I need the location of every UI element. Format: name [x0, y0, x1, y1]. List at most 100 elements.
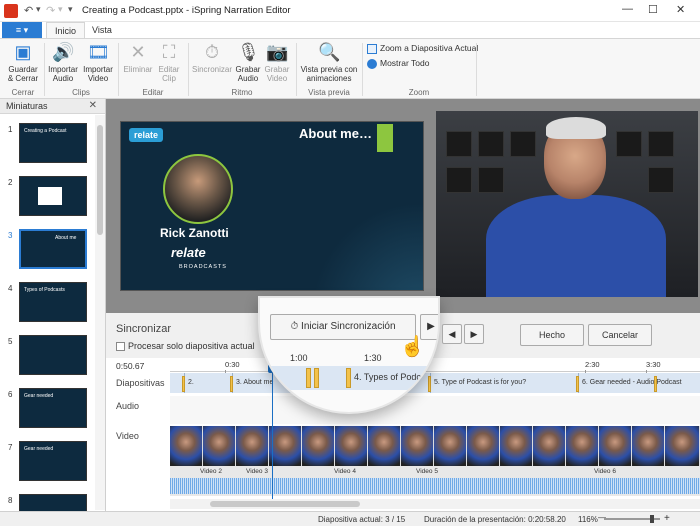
thumbnail-slide-2[interactable]: 2 [0, 176, 95, 222]
divider [296, 43, 297, 96]
zoom-slide-icon [367, 43, 377, 54]
slide-marker[interactable] [306, 368, 311, 388]
delete-x-icon: ✕ [130, 42, 146, 62]
slide-marker[interactable] [346, 368, 351, 388]
thumbnails-scrollbar[interactable] [95, 115, 105, 510]
speaker-icon: 🔊 [52, 42, 75, 62]
slide-segment[interactable]: 6. Gear needed - Audio Podcast [578, 373, 700, 393]
zoom-slider[interactable] [604, 515, 660, 523]
close-panel-icon[interactable]: ✕ [89, 100, 97, 111]
film-icon: 🎞 [87, 42, 110, 62]
microphone-icon: 🎙 [237, 42, 260, 62]
video-frame [368, 426, 401, 466]
video-frame [467, 426, 500, 466]
video-clip-label: Video 5 [416, 468, 438, 475]
delete-button[interactable]: ✕ Eliminar [120, 41, 156, 74]
title-bar: ↶ ▾ ↷ ▾ ▾ Creating a Podcast.pptx - iSpr… [0, 0, 700, 22]
video-frame [170, 426, 203, 466]
done-button[interactable]: Hecho [520, 324, 584, 346]
video-frame [434, 426, 467, 466]
slide-marker[interactable] [654, 376, 657, 392]
slide-marker[interactable] [576, 376, 579, 392]
import-video-button[interactable]: 🎞 Importar Video [80, 41, 116, 83]
stopwatch-icon: ⏱ [290, 321, 302, 332]
brand-logo: relate [171, 245, 206, 260]
tick-label: 0:30 [225, 360, 240, 374]
cancel-button[interactable]: Cancelar [588, 324, 652, 346]
thumbnail-slide-6[interactable]: 6 Gear needed [0, 388, 95, 434]
slide-marker[interactable] [230, 376, 233, 392]
customize-toolbar-icon[interactable]: ▾ [68, 4, 73, 15]
stopwatch-icon: ⏱ [204, 42, 220, 62]
close-button[interactable]: ✕ [676, 3, 685, 16]
timeline-scrollbar[interactable] [170, 499, 700, 509]
show-all-button[interactable]: Mostrar Todo [367, 58, 429, 69]
slide-marker[interactable] [182, 376, 185, 392]
divider [362, 43, 363, 96]
record-audio-button[interactable]: 🎙 Grabar Audio [234, 41, 262, 83]
import-audio-button[interactable]: 🔊 Importar Audio [46, 41, 80, 83]
audio-track[interactable] [170, 396, 700, 424]
video-frame [599, 426, 632, 466]
duration-status: Duración de la presentación: 0:20:58.20 [424, 515, 566, 524]
brand-subtitle: BROADCASTS [179, 264, 227, 270]
preview-animations-button[interactable]: 🔍 Vista previa con animaciones [298, 41, 360, 83]
magnified-tick: 1:30 [364, 353, 382, 363]
thumbnail-slide-5[interactable]: 5 [0, 335, 95, 381]
slide-logo: relate [129, 128, 164, 142]
thumbnail-slide-3[interactable]: 3 About me [0, 229, 95, 275]
app-icon [4, 4, 18, 18]
crop-icon: ⛶ [162, 42, 176, 62]
video-track[interactable]: Video 2 Video 3 Video 4 Video 5 Video 6 [170, 426, 700, 496]
start-sync-button[interactable]: ⏱ Iniciar Sincronización [270, 314, 416, 340]
slide-preview: relate About me… Rick Zanotti relate BRO… [120, 121, 424, 291]
track-label-video: Video [116, 431, 139, 441]
zoom-current-slide-button[interactable]: Zoom a Diapositiva Actual [367, 43, 478, 54]
slide-segment[interactable]: 5. Type of Podcast is for you? [430, 373, 576, 393]
video-frame [566, 426, 599, 466]
undo-dropdown-icon[interactable]: ▾ [36, 4, 41, 15]
next-slide-button[interactable]: ▶ [464, 324, 484, 344]
thumbnail-slide-8[interactable]: 8 [0, 494, 95, 511]
magnifier-icon: 🔍 [318, 42, 341, 62]
edit-clip-button[interactable]: ⛶ Editar Clip [154, 41, 184, 83]
audio-waveform [170, 478, 700, 494]
window-title: Creating a Podcast.pptx - iSpring Narrat… [82, 5, 291, 16]
status-bar: Diapositiva actual: 3 / 15 Duración de l… [0, 511, 700, 526]
preview-stage: relate About me… Rick Zanotti relate BRO… [106, 99, 700, 313]
group-label-edit: Editar [142, 88, 164, 97]
maximize-button[interactable]: ☐ [648, 3, 658, 16]
magnified-segment-label: 4. Types of Podca… [354, 372, 435, 382]
slide-marker[interactable] [314, 368, 319, 388]
sync-button[interactable]: ⏱ Sincronizar [190, 41, 234, 74]
current-slide-status: Diapositiva actual: 3 / 15 [318, 515, 406, 524]
video-frame [500, 426, 533, 466]
thumbnail-slide-7[interactable]: 7 Gear needed [0, 441, 95, 487]
video-preview [436, 111, 698, 297]
previous-slide-button[interactable]: ◀ [442, 324, 462, 344]
tick-label: 2:30 [585, 360, 600, 374]
thumbnail-slide-4[interactable]: 4 Types of Podcasts [0, 282, 95, 328]
record-video-button[interactable]: 📷 Grabar Video [262, 41, 292, 83]
tab-inicio[interactable]: Inicio [46, 22, 86, 39]
current-slide-only-checkbox[interactable]: Procesar solo diapositiva actual [116, 341, 255, 352]
video-frame [533, 426, 566, 466]
undo-icon[interactable]: ↶ [24, 4, 33, 17]
tab-vista[interactable]: Vista [84, 22, 120, 39]
file-menu-button[interactable]: ≡ ▾ [2, 22, 42, 38]
slide-accent-bar [377, 124, 393, 152]
video-frame [203, 426, 236, 466]
checkbox-icon[interactable] [116, 342, 125, 352]
video-frame [665, 426, 700, 466]
redo-dropdown-icon[interactable]: ▾ [58, 4, 63, 15]
video-frame [401, 426, 434, 466]
divider [476, 43, 477, 96]
slide-segment[interactable]: 2. [184, 373, 232, 393]
save-close-button[interactable]: ▣ Guardar & Cerrar [4, 41, 42, 83]
redo-icon[interactable]: ↷ [46, 4, 55, 17]
group-label-rhythm: Ritmo [231, 88, 253, 97]
minimize-button[interactable]: — [622, 3, 633, 15]
zoom-in-button[interactable]: + [664, 513, 670, 524]
thumbnails-header: Miniaturas ✕ [0, 99, 105, 114]
thumbnail-slide-1[interactable]: 1 Creating a Podcast [0, 123, 95, 169]
